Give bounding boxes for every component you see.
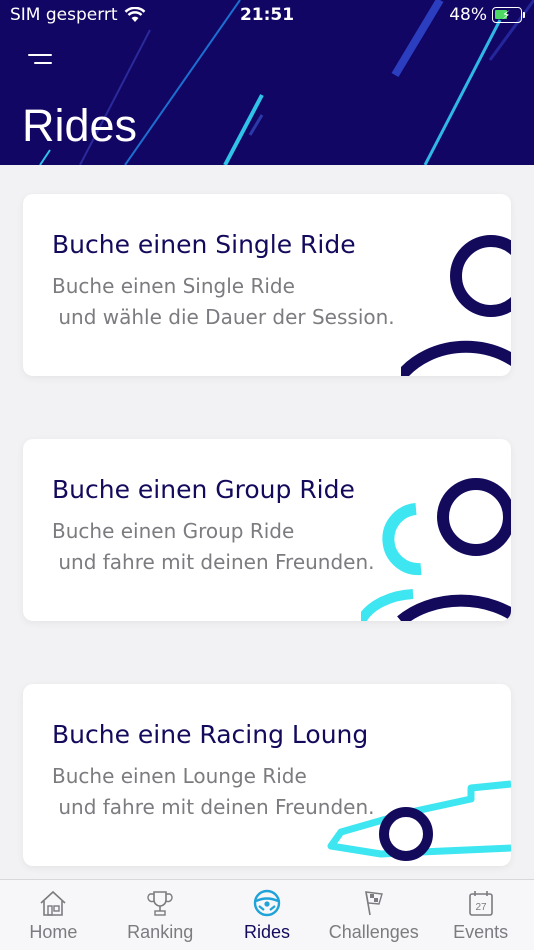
tab-label: Ranking [127,922,194,942]
tab-label: Rides [243,922,290,942]
charging-bolt-icon: ⚡ [502,8,511,22]
battery-icon: ⚡ [492,7,525,23]
card-title: Buche einen Single Ride [52,230,356,259]
tab-home[interactable]: Home [0,880,107,950]
card-title: Buche einen Group Ride [52,475,355,504]
calendar-day-text: 27 [475,902,487,913]
steering-wheel-icon [253,889,281,917]
status-right: 48% ⚡ [449,5,525,25]
tab-label: Challenges [328,922,419,942]
menu-line [28,54,52,56]
card-description: Buche einen Single Ride und wähle die Da… [52,274,395,329]
checkered-flag-icon [364,891,383,916]
tab-rides[interactable]: Rides [214,880,321,950]
home-icon [40,890,66,916]
tab-events[interactable]: 27 Events [427,880,534,950]
single-ride-card[interactable]: Buche einen Single Ride Buche einen Sing… [23,194,511,376]
tab-challenges[interactable]: Challenges [320,880,427,950]
status-bar: SIM gesperrt 21:51 48% ⚡ [0,0,534,32]
group-persons-icon [361,478,511,621]
group-ride-card[interactable]: Buche einen Group Ride Buche einen Group… [23,439,511,621]
tab-label: Events [453,922,509,942]
tab-ranking[interactable]: Ranking [107,880,214,950]
card-description: Buche einen Group Ride und fahre mit dei… [52,519,375,574]
battery-percent: 48% [449,5,487,25]
header: SIM gesperrt 21:51 48% ⚡ Rides [0,0,534,165]
racing-lounge-card[interactable]: Buche eine Racing Loung Buche einen Loun… [23,684,511,866]
page-title: Rides [22,100,138,151]
single-person-icon [401,235,511,376]
hamburger-menu-icon[interactable] [24,48,56,70]
tab-label: Home [29,922,78,942]
tab-bar: Home Ranking Rides Challenges 27 Events [0,879,534,950]
menu-line [34,62,52,64]
race-car-icon [327,780,511,861]
trophy-icon [147,891,173,916]
calendar-icon: 27 [468,891,493,916]
